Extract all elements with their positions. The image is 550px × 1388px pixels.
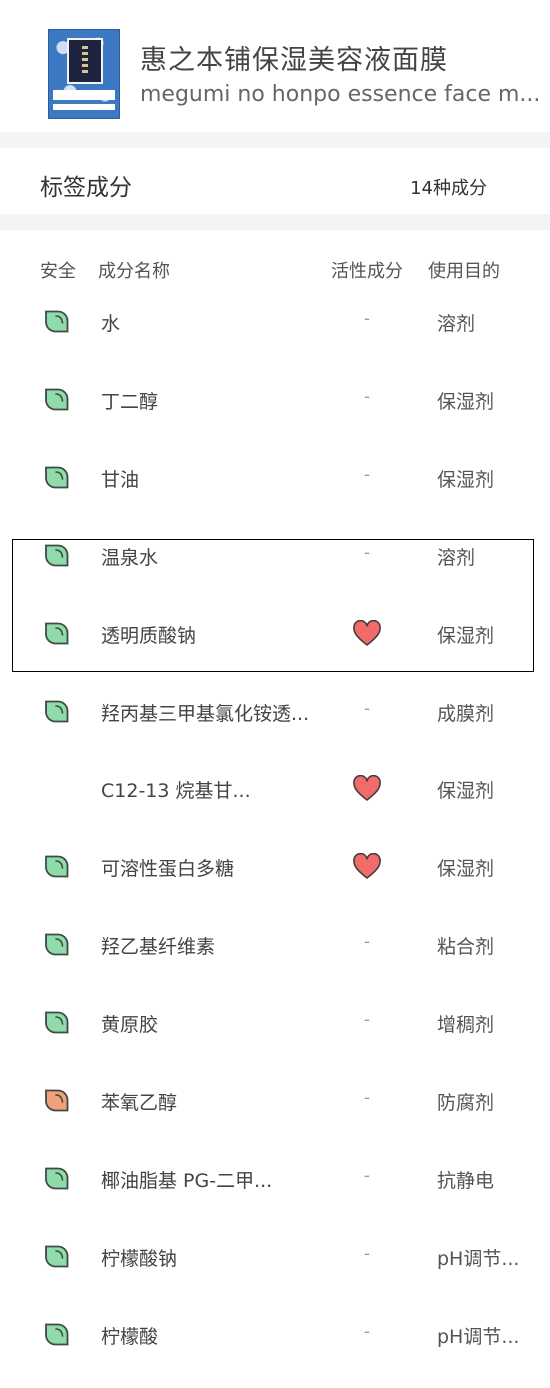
product-name-cn: 惠之本铺保湿美容液面膜 (140, 45, 448, 76)
ingredient-name: 甘油 (101, 468, 140, 491)
ingredient-purpose: 保湿剂 (437, 390, 495, 413)
safety-leaf-icon (44, 855, 69, 878)
safety-leaf-icon (44, 1011, 69, 1034)
ingredient-row[interactable]: 甘油 - 保湿剂 (0, 447, 550, 525)
ingredient-purpose: 增稠剂 (437, 1014, 495, 1037)
safety-leaf-icon (44, 1089, 69, 1112)
active-none-dash: - (363, 464, 371, 485)
ingredient-row[interactable]: 水 - 溶剂 (0, 291, 550, 369)
safety-leaf-icon (44, 1245, 69, 1268)
ingredient-name: 黄原胶 (101, 1014, 159, 1037)
ingredient-purpose: pH调节... (437, 1247, 520, 1270)
column-header-purpose: 使用目的 (428, 261, 500, 282)
column-header-name: 成分名称 (98, 261, 170, 282)
safety-leaf-icon (44, 466, 69, 489)
ingredient-name: 柠檬酸钠 (101, 1247, 178, 1270)
ingredient-row[interactable]: 苯氧乙醇 - 防腐剂 (0, 1070, 550, 1148)
ingredient-purpose: 粘合剂 (437, 936, 495, 959)
active-heart-icon (352, 853, 382, 880)
section-divider (0, 214, 550, 230)
ingredient-name: 丁二醇 (101, 390, 159, 413)
active-none-dash: - (363, 1165, 371, 1186)
ingredient-name: C12-13 烷基甘... (101, 780, 251, 803)
section-title: 标签成分 (40, 175, 132, 201)
ingredient-purpose: 保湿剂 (437, 858, 495, 881)
ingredient-row[interactable]: 椰油脂基 PG-二甲... - 抗静电 (0, 1148, 550, 1226)
safety-leaf-icon (44, 700, 69, 723)
safety-leaf-icon (44, 388, 69, 411)
column-header-active: 活性成分 (331, 261, 403, 282)
active-none-dash: - (363, 1243, 371, 1264)
ingredient-purpose: pH调节... (437, 1325, 520, 1348)
ingredient-row[interactable]: 羟丙基三甲基氯化铵透... - 成膜剂 (0, 681, 550, 759)
ingredient-row[interactable]: C12-13 烷基甘... 保湿剂 (0, 758, 550, 836)
ingredient-name: 羟丙基三甲基氯化铵透... (101, 702, 310, 725)
product-name-en: megumi no honpo essence face m... (140, 82, 541, 107)
active-none-dash: - (363, 1321, 371, 1342)
ingredient-count: 14种成分 (410, 178, 487, 199)
ingredient-purpose: 防腐剂 (437, 1092, 495, 1114)
ingredient-name: 水 (101, 313, 121, 335)
ingredient-row[interactable]: 羟乙基纤维素 - 粘合剂 (0, 914, 550, 992)
active-none-dash: - (363, 698, 371, 719)
active-none-dash: - (363, 1088, 371, 1108)
safety-leaf-icon (44, 310, 69, 333)
ingredient-purpose: 保湿剂 (437, 780, 495, 803)
ingredient-name: 可溶性蛋白多糖 (101, 858, 235, 881)
active-none-dash: - (363, 309, 371, 329)
ingredient-row[interactable]: 可溶性蛋白多糖 保湿剂 (0, 836, 550, 914)
section-divider (0, 132, 550, 148)
safety-leaf-icon (44, 933, 69, 956)
active-heart-icon (352, 775, 382, 802)
ingredient-purpose: 成膜剂 (437, 702, 495, 725)
ingredient-purpose: 溶剂 (437, 313, 476, 335)
ingredient-purpose: 保湿剂 (437, 468, 495, 491)
column-header-safety: 安全 (40, 261, 76, 282)
active-none-dash: - (363, 932, 371, 953)
ingredient-name: 苯氧乙醇 (101, 1092, 178, 1114)
face-mask-package-image (48, 29, 120, 119)
ingredient-row[interactable]: 柠檬酸 - pH调节... (0, 1304, 550, 1382)
ingredient-name: 羟乙基纤维素 (101, 936, 216, 959)
ingredient-row[interactable]: 丁二醇 - 保湿剂 (0, 369, 550, 447)
ingredient-row[interactable]: 柠檬酸钠 - pH调节... (0, 1226, 550, 1304)
ingredient-purpose: 抗静电 (437, 1169, 495, 1192)
ingredient-name: 椰油脂基 PG-二甲... (101, 1169, 273, 1192)
ingredient-name: 柠檬酸 (101, 1325, 159, 1348)
selection-highlight-box (12, 539, 534, 672)
active-none-dash: - (363, 1010, 371, 1031)
product-header: 惠之本铺保湿美容液面膜 megumi no honpo essence face… (0, 0, 550, 132)
safety-leaf-icon (44, 1167, 69, 1190)
safety-leaf-icon (44, 1323, 69, 1346)
active-none-dash: - (363, 386, 371, 407)
ingredient-row[interactable]: 黄原胶 - 增稠剂 (0, 992, 550, 1070)
